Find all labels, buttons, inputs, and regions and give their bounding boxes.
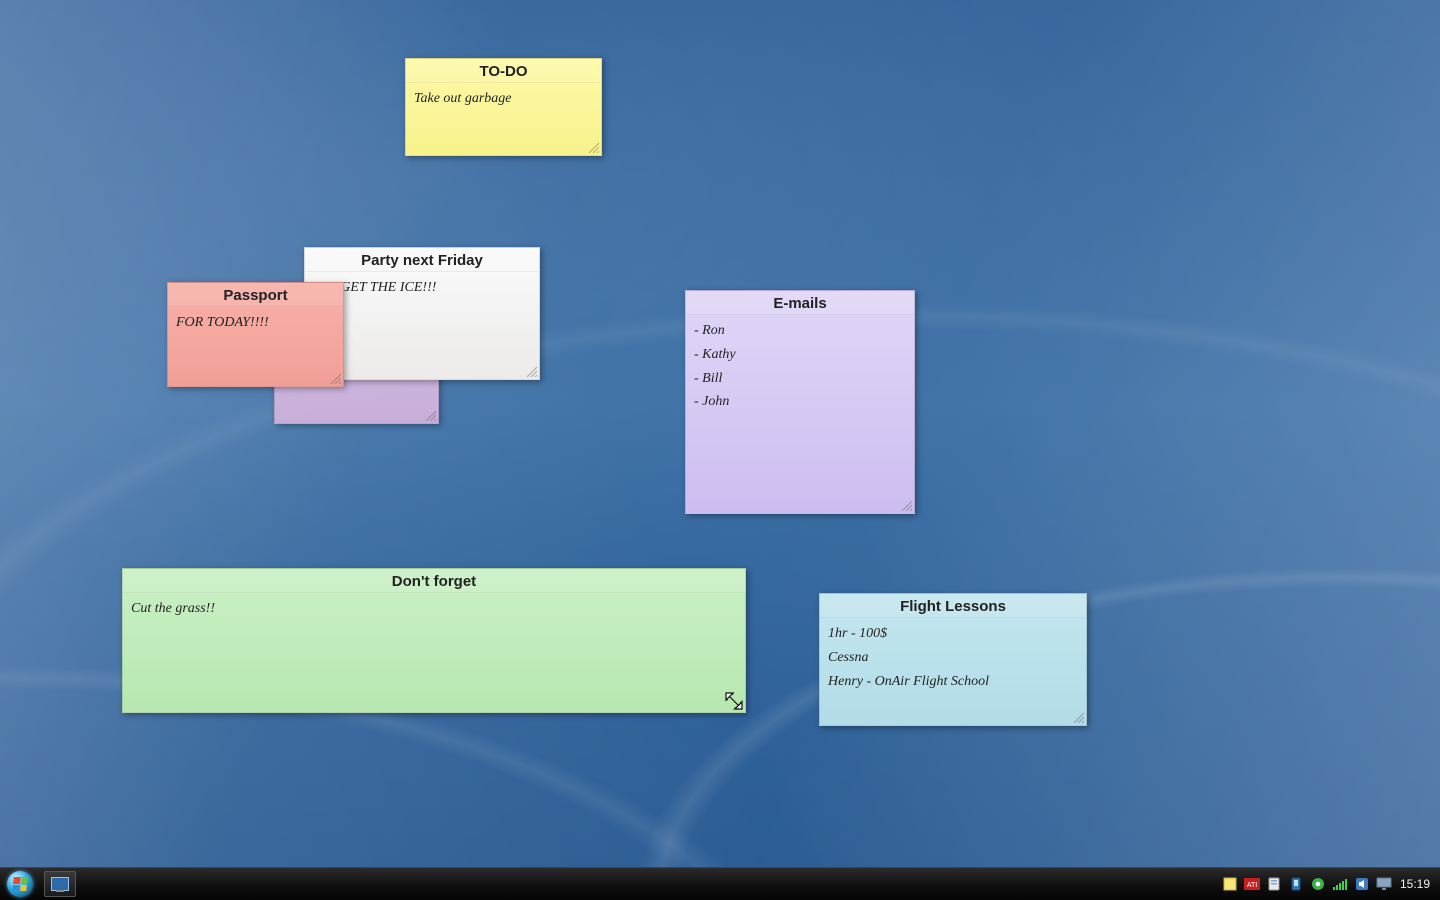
note-body[interactable]: Cut the grass!! [123,593,745,629]
note-body[interactable]: - Ron - Kathy - Bill - John [686,315,914,422]
tray-ati-icon[interactable]: ATI [1244,876,1260,892]
resize-grip-icon[interactable] [525,365,537,377]
tray-monitor-icon[interactable] [1376,876,1392,892]
sticky-note-flight[interactable]: Flight Lessons 1hr - 100$ Cessna Henry -… [819,593,1087,726]
tray-note-app-icon[interactable] [1222,876,1238,892]
start-button[interactable] [0,868,40,900]
tray-volume-icon[interactable] [1354,876,1370,892]
resize-grip-icon[interactable] [329,372,341,384]
note-title: Don't forget [123,569,745,593]
show-desktop-button[interactable] [44,871,76,897]
note-title: Party next Friday [305,248,539,272]
note-title: TO-DO [406,59,601,83]
sticky-note-todo[interactable]: TO-DO Take out garbage [405,58,602,156]
note-body[interactable]: FOR TODAY!!!! [168,307,343,343]
system-tray: ATI 15:19 [1214,868,1440,900]
resize-grip-icon[interactable] [900,499,912,511]
tray-device-icon[interactable] [1288,876,1304,892]
tray-action-center-icon[interactable] [1266,876,1282,892]
desktop[interactable]: TO-DO Take out garbage Party next Friday… [0,0,1440,900]
taskbar-clock[interactable]: 15:19 [1398,877,1432,891]
taskbar: ATI 15:19 [0,867,1440,900]
resize-grip-icon[interactable] [1072,711,1084,723]
tray-signal-icon[interactable] [1332,876,1348,892]
monitor-icon [51,877,69,891]
svg-text:ATI: ATI [1247,882,1257,889]
resize-grip-icon[interactable] [731,698,743,710]
sticky-note-passport[interactable]: Passport FOR TODAY!!!! [167,282,344,387]
tray-green-status-icon[interactable] [1310,876,1326,892]
note-title: Flight Lessons [820,594,1086,618]
note-title: Passport [168,283,343,307]
note-body[interactable]: Take out garbage [406,83,601,119]
note-title: E-mails [686,291,914,315]
resize-grip-icon[interactable] [424,409,436,421]
sticky-note-dontforget[interactable]: Don't forget Cut the grass!! [122,568,746,713]
sticky-note-emails[interactable]: E-mails - Ron - Kathy - Bill - John [685,290,915,514]
resize-grip-icon[interactable] [587,141,599,153]
note-body[interactable]: 1hr - 100$ Cessna Henry - OnAir Flight S… [820,618,1086,701]
